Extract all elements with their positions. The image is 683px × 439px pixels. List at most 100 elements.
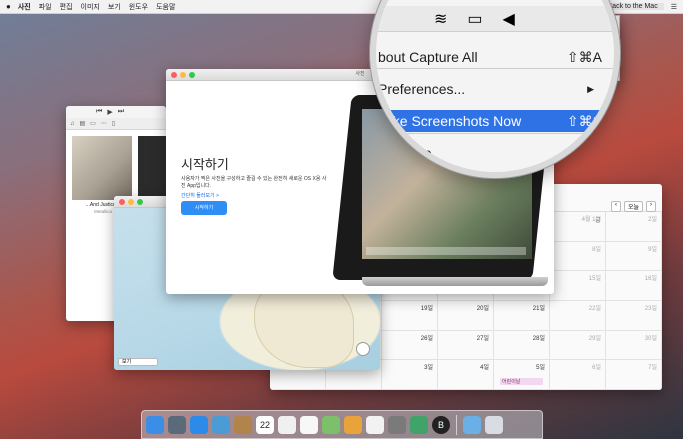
- calendar-day-cell[interactable]: 23일: [606, 300, 662, 331]
- close-button[interactable]: [119, 198, 125, 205]
- trash-icon[interactable]: [485, 415, 503, 434]
- list-icon[interactable]: ☰: [671, 3, 677, 11]
- playback-controls: ⏮ ▶ ⏭: [66, 106, 166, 118]
- menu-file[interactable]: 파일: [39, 2, 52, 12]
- calendar-day-cell[interactable]: 20일: [438, 300, 494, 331]
- calendar-day-number: 6일: [592, 365, 601, 372]
- compass-icon[interactable]: [356, 342, 370, 356]
- system-preferences-icon[interactable]: [388, 415, 406, 434]
- next-month-button[interactable]: ›: [646, 201, 656, 212]
- album-art[interactable]: [72, 136, 132, 200]
- album-art-2[interactable]: [138, 136, 166, 200]
- calendar-day-number: 7일: [648, 365, 657, 372]
- magnified-menu-item[interactable]: Take Screenshots Now ⇧⌘S: [376, 110, 614, 132]
- zoom-button[interactable]: [137, 198, 143, 205]
- capture-icon[interactable]: [410, 415, 428, 434]
- more-icon[interactable]: ⋯: [101, 120, 107, 127]
- calendar-day-number: 30일: [644, 335, 657, 342]
- submenu-arrow-icon: ▶: [587, 168, 594, 178]
- minimize-button[interactable]: [128, 198, 134, 205]
- calendar-day-cell[interactable]: 6일: [550, 360, 606, 390]
- contacts-icon[interactable]: [234, 415, 252, 434]
- safari-icon[interactable]: [190, 415, 208, 434]
- magnified-menu-label: Preferences...: [378, 81, 466, 97]
- magnified-menu-item[interactable]: Upgrade ▶: [376, 142, 614, 164]
- calendar-day-cell[interactable]: 4월 1일: [550, 212, 606, 242]
- calendar-icon[interactable]: 22: [256, 415, 274, 434]
- battery-icon: ▭: [467, 10, 483, 28]
- menu-app-name[interactable]: 사진: [18, 2, 31, 12]
- calendar-day-cell[interactable]: 29일: [550, 330, 606, 361]
- calendar-day-cell[interactable]: 21일: [494, 300, 550, 331]
- calendar-day-cell[interactable]: 26일: [382, 330, 438, 361]
- calendar-day-number: 15일: [588, 276, 601, 283]
- tv-icon[interactable]: ▭: [90, 120, 96, 127]
- welcome-heading: 시작하기: [181, 157, 229, 172]
- menu-separator: [376, 133, 614, 134]
- music-note-icon[interactable]: ♫: [70, 121, 75, 127]
- magnified-menu-label: Upgrade: [378, 145, 432, 161]
- device-icon[interactable]: ▯: [112, 120, 115, 127]
- rewind-icon[interactable]: ⏮: [96, 108, 102, 116]
- calendar-day-number: 27일: [476, 335, 489, 342]
- calendar-day-cell[interactable]: 22일: [550, 300, 606, 331]
- get-started-button[interactable]: 시작하기: [181, 201, 227, 215]
- magnified-menu-item[interactable]: Preferences... ▶: [376, 78, 614, 100]
- calendar-day-number: 19일: [420, 305, 433, 312]
- today-button[interactable]: 오늘: [623, 201, 643, 212]
- calendar-day-cell[interactable]: 27일: [438, 330, 494, 361]
- magnified-menu-shortcut: ⇧⌘A: [566, 49, 602, 65]
- magnified-menu-bar: ≋ ▭ ◀: [376, 6, 614, 32]
- calendar-day-cell[interactable]: 19일: [382, 300, 438, 331]
- calendar-day-cell[interactable]: 4일: [438, 360, 494, 390]
- menu-help[interactable]: 도움말: [156, 2, 175, 12]
- play-icon[interactable]: ▶: [107, 108, 112, 116]
- photos-icon[interactable]: [344, 415, 362, 434]
- calendar-day-cell[interactable]: 2일: [606, 212, 662, 242]
- calendar-day-number: 2일: [648, 217, 657, 223]
- mail-icon[interactable]: [212, 415, 230, 434]
- calendar-day-cell[interactable]: 3일: [382, 360, 438, 390]
- itunes-icon[interactable]: [366, 415, 384, 434]
- calendar-day-cell[interactable]: 5일어린이날: [494, 360, 550, 390]
- b-icon[interactable]: B: [432, 415, 450, 434]
- calendar-day-number: 8일: [592, 246, 601, 253]
- map-view-select[interactable]: 보기: [118, 358, 158, 366]
- calendar-day-number: 9일: [648, 246, 657, 253]
- calendar-day-cell[interactable]: 9일: [606, 241, 662, 272]
- finder-icon[interactable]: [146, 415, 164, 434]
- magnified-menu-item[interactable]: bout Capture All ⇧⌘A: [376, 46, 614, 68]
- calendar-day-number: 16일: [644, 276, 657, 283]
- forward-icon[interactable]: ⏭: [118, 108, 124, 116]
- wifi-icon: ≋: [434, 10, 448, 28]
- menu-window[interactable]: 윈도우: [129, 2, 148, 12]
- launchpad-icon[interactable]: [168, 415, 186, 434]
- menu-image[interactable]: 이미지: [81, 2, 100, 12]
- volume-icon: ◀: [502, 10, 515, 28]
- quick-tour-link[interactable]: 간단히 둘러보기 >: [181, 192, 219, 199]
- menu-edit[interactable]: 편집: [60, 2, 73, 12]
- calendar-day-cell[interactable]: 7일: [606, 360, 662, 390]
- calendar-event[interactable]: 어린이날: [500, 377, 543, 385]
- reminders-icon[interactable]: [300, 415, 318, 434]
- laptop-base-image: [362, 277, 548, 286]
- dock: 22 B: [141, 410, 543, 439]
- apple-icon[interactable]: ●: [6, 2, 11, 11]
- calendar-day-number: 3일: [424, 365, 433, 372]
- magnified-menu-shortcut: ⇧⌘S: [566, 113, 602, 129]
- calendar-day-cell[interactable]: 16일: [606, 271, 662, 301]
- maps-icon[interactable]: [322, 415, 340, 434]
- calendar-day-number: 26일: [420, 335, 433, 342]
- calendar-day-cell[interactable]: 15일: [550, 271, 606, 301]
- calendar-day-number: 5일: [536, 365, 545, 372]
- notes-icon[interactable]: [278, 415, 296, 434]
- calendar-day-cell[interactable]: 30일: [606, 330, 662, 361]
- calendar-day-cell[interactable]: 28일: [494, 330, 550, 361]
- folder-icon[interactable]: [463, 415, 481, 434]
- menu-view[interactable]: 보기: [108, 2, 121, 12]
- prev-month-button[interactable]: ‹: [610, 201, 621, 212]
- magnified-menu-label: Take Screenshots Now: [378, 113, 522, 129]
- film-icon[interactable]: ▤: [80, 120, 86, 127]
- calendar-day-number: 28일: [532, 335, 545, 342]
- calendar-day-cell[interactable]: 8일: [550, 241, 606, 272]
